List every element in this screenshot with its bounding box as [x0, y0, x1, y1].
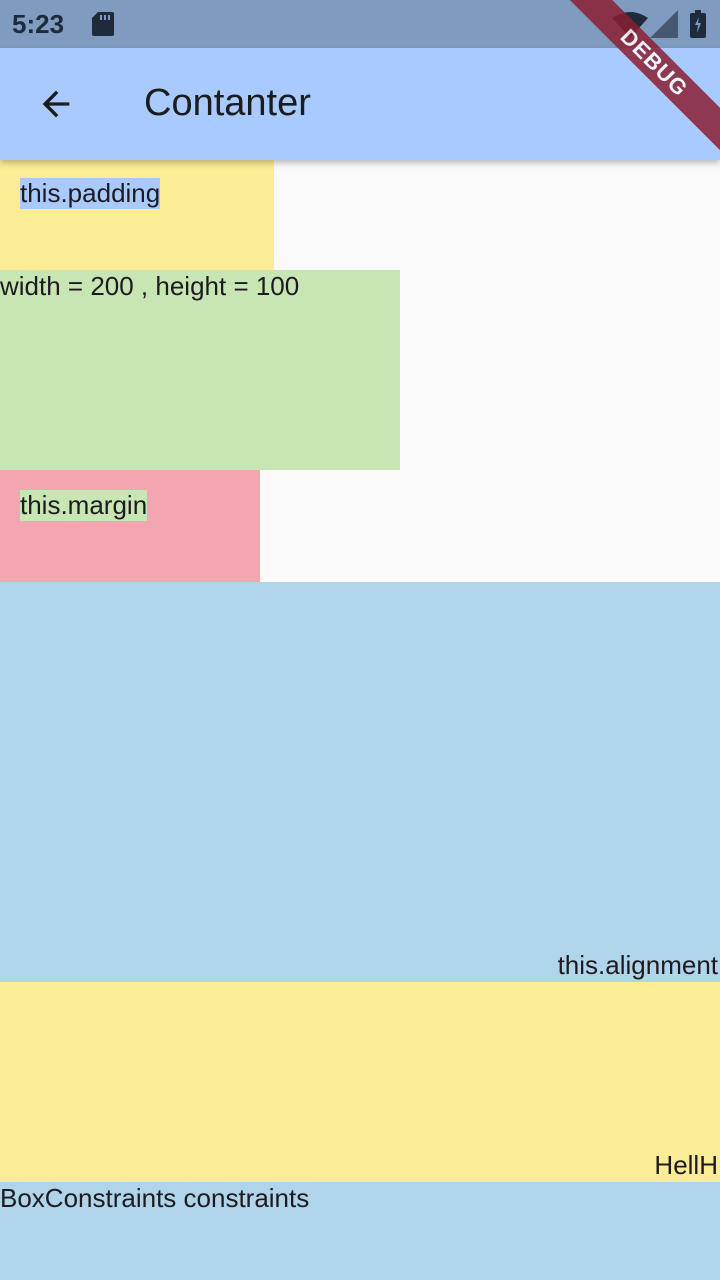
- alignment-container: this.alignment: [0, 582, 720, 982]
- size-label: width = 200 , height = 100: [0, 271, 300, 301]
- battery-icon: [690, 10, 706, 38]
- constraints-container: BoxConstraints constraints: [0, 1182, 720, 1280]
- arrow-back-icon: [42, 90, 70, 118]
- margin-label: this.margin: [20, 490, 148, 521]
- app-bar: Contanter: [0, 48, 720, 160]
- alignment-label: this.alignment: [557, 950, 718, 980]
- margin-container: this.margin: [0, 470, 260, 582]
- page-title: Contanter: [144, 82, 311, 124]
- sd-card-icon: [92, 12, 114, 36]
- hell-label: HellH: [654, 1150, 718, 1180]
- back-button[interactable]: [24, 80, 88, 128]
- constraints-label: BoxConstraints constraints: [0, 1183, 310, 1213]
- padding-label: this.padding: [20, 178, 161, 209]
- decoration-container: HellH: [0, 982, 720, 1182]
- padding-container: this.padding: [0, 160, 274, 270]
- size-container: width = 200 , height = 100: [0, 270, 400, 470]
- signal-icon: [650, 10, 678, 38]
- status-time: 5:23: [12, 9, 65, 39]
